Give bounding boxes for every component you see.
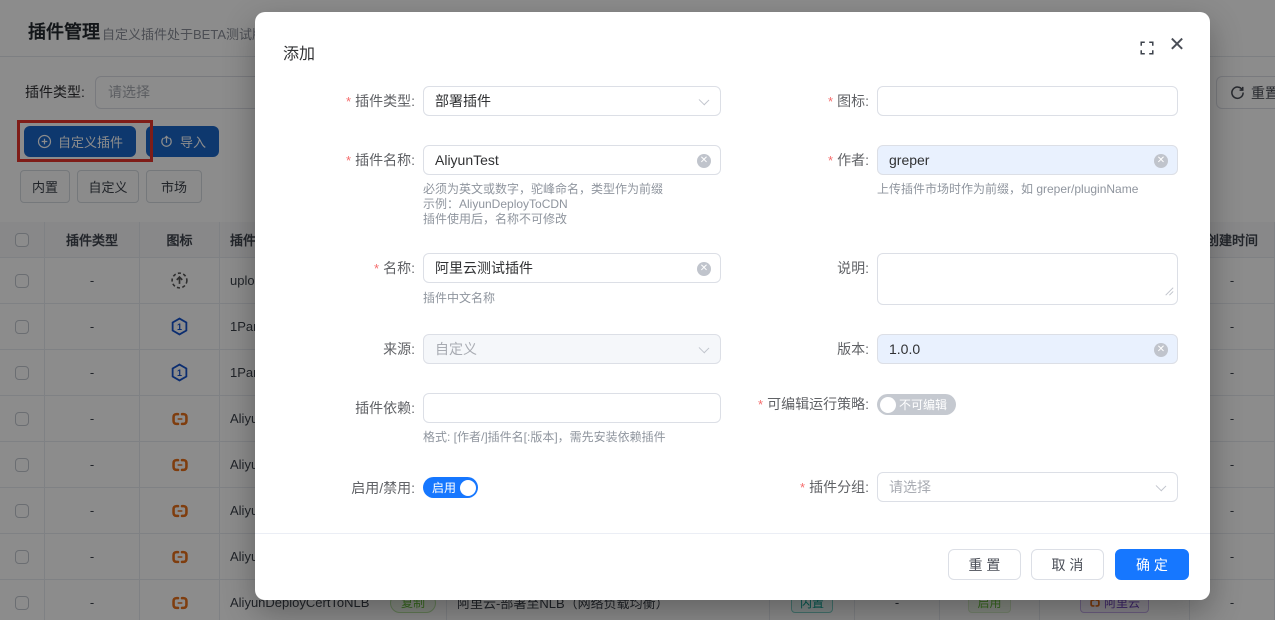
fullscreen-icon[interactable] bbox=[1137, 38, 1157, 58]
close-icon[interactable]: ✕ bbox=[1167, 34, 1187, 54]
toggle-knob bbox=[460, 480, 476, 496]
version-input[interactable]: 1.0.0 ✕ bbox=[877, 334, 1178, 364]
field-label-group: *插件分组: bbox=[605, 472, 869, 502]
field-label-desc: 说明: bbox=[605, 253, 869, 283]
plugin-group-select[interactable]: 请选择 bbox=[877, 472, 1178, 502]
footer-divider bbox=[255, 533, 1210, 534]
enable-toggle[interactable]: 启用 bbox=[423, 477, 478, 498]
field-label-policy: *可编辑运行策略: bbox=[605, 389, 869, 419]
help-text: 上传插件市场时作为前缀，如 greper/pluginName bbox=[877, 182, 1138, 197]
toggle-knob bbox=[880, 397, 896, 413]
modal-confirm-button[interactable]: 确 定 bbox=[1115, 549, 1189, 580]
field-label-deps: 插件依赖: bbox=[255, 393, 415, 423]
resize-handle-icon[interactable] bbox=[1164, 283, 1174, 301]
field-label-plugin-name: *插件名称: bbox=[255, 145, 415, 175]
field-label-name: *名称: bbox=[255, 253, 415, 283]
modal-title: 添加 bbox=[283, 40, 315, 64]
help-text: 示例：AliyunDeployToCDN bbox=[423, 197, 568, 212]
chevron-down-icon bbox=[1156, 481, 1167, 492]
field-label-enabled: 启用/禁用: bbox=[255, 473, 415, 503]
help-text: 格式: [作者/]插件名[:版本]，需先安装依赖插件 bbox=[423, 430, 666, 445]
modal-cancel-button[interactable]: 取 消 bbox=[1031, 549, 1104, 580]
policy-toggle[interactable]: 不可编辑 bbox=[877, 394, 956, 415]
icon-input[interactable] bbox=[877, 86, 1178, 116]
field-label-icon: *图标: bbox=[605, 86, 869, 116]
author-input[interactable]: greper ✕ bbox=[877, 145, 1178, 175]
clear-icon[interactable]: ✕ bbox=[1154, 343, 1168, 357]
screen: 插件管理 自定义插件处于BETA测试版， 插件类型: 请选择 重置 自定义插件 … bbox=[0, 0, 1275, 620]
field-label-source: 来源: bbox=[255, 334, 415, 364]
help-text: 插件中文名称 bbox=[423, 291, 495, 306]
field-label-author: *作者: bbox=[605, 145, 869, 175]
field-label-plugin-type: *插件类型: bbox=[255, 86, 415, 116]
clear-icon[interactable]: ✕ bbox=[1154, 154, 1168, 168]
desc-textarea[interactable] bbox=[877, 253, 1178, 305]
help-text: 必须为英文或数字，驼峰命名，类型作为前缀 bbox=[423, 182, 663, 197]
modal-reset-button[interactable]: 重 置 bbox=[948, 549, 1021, 580]
field-label-version: 版本: bbox=[605, 334, 869, 364]
help-text: 插件使用后，名称不可修改 bbox=[423, 212, 567, 227]
add-plugin-modal: 添加 ✕ *插件类型: 部署插件 *图标: *插件名称: AliyunTest … bbox=[255, 12, 1210, 600]
